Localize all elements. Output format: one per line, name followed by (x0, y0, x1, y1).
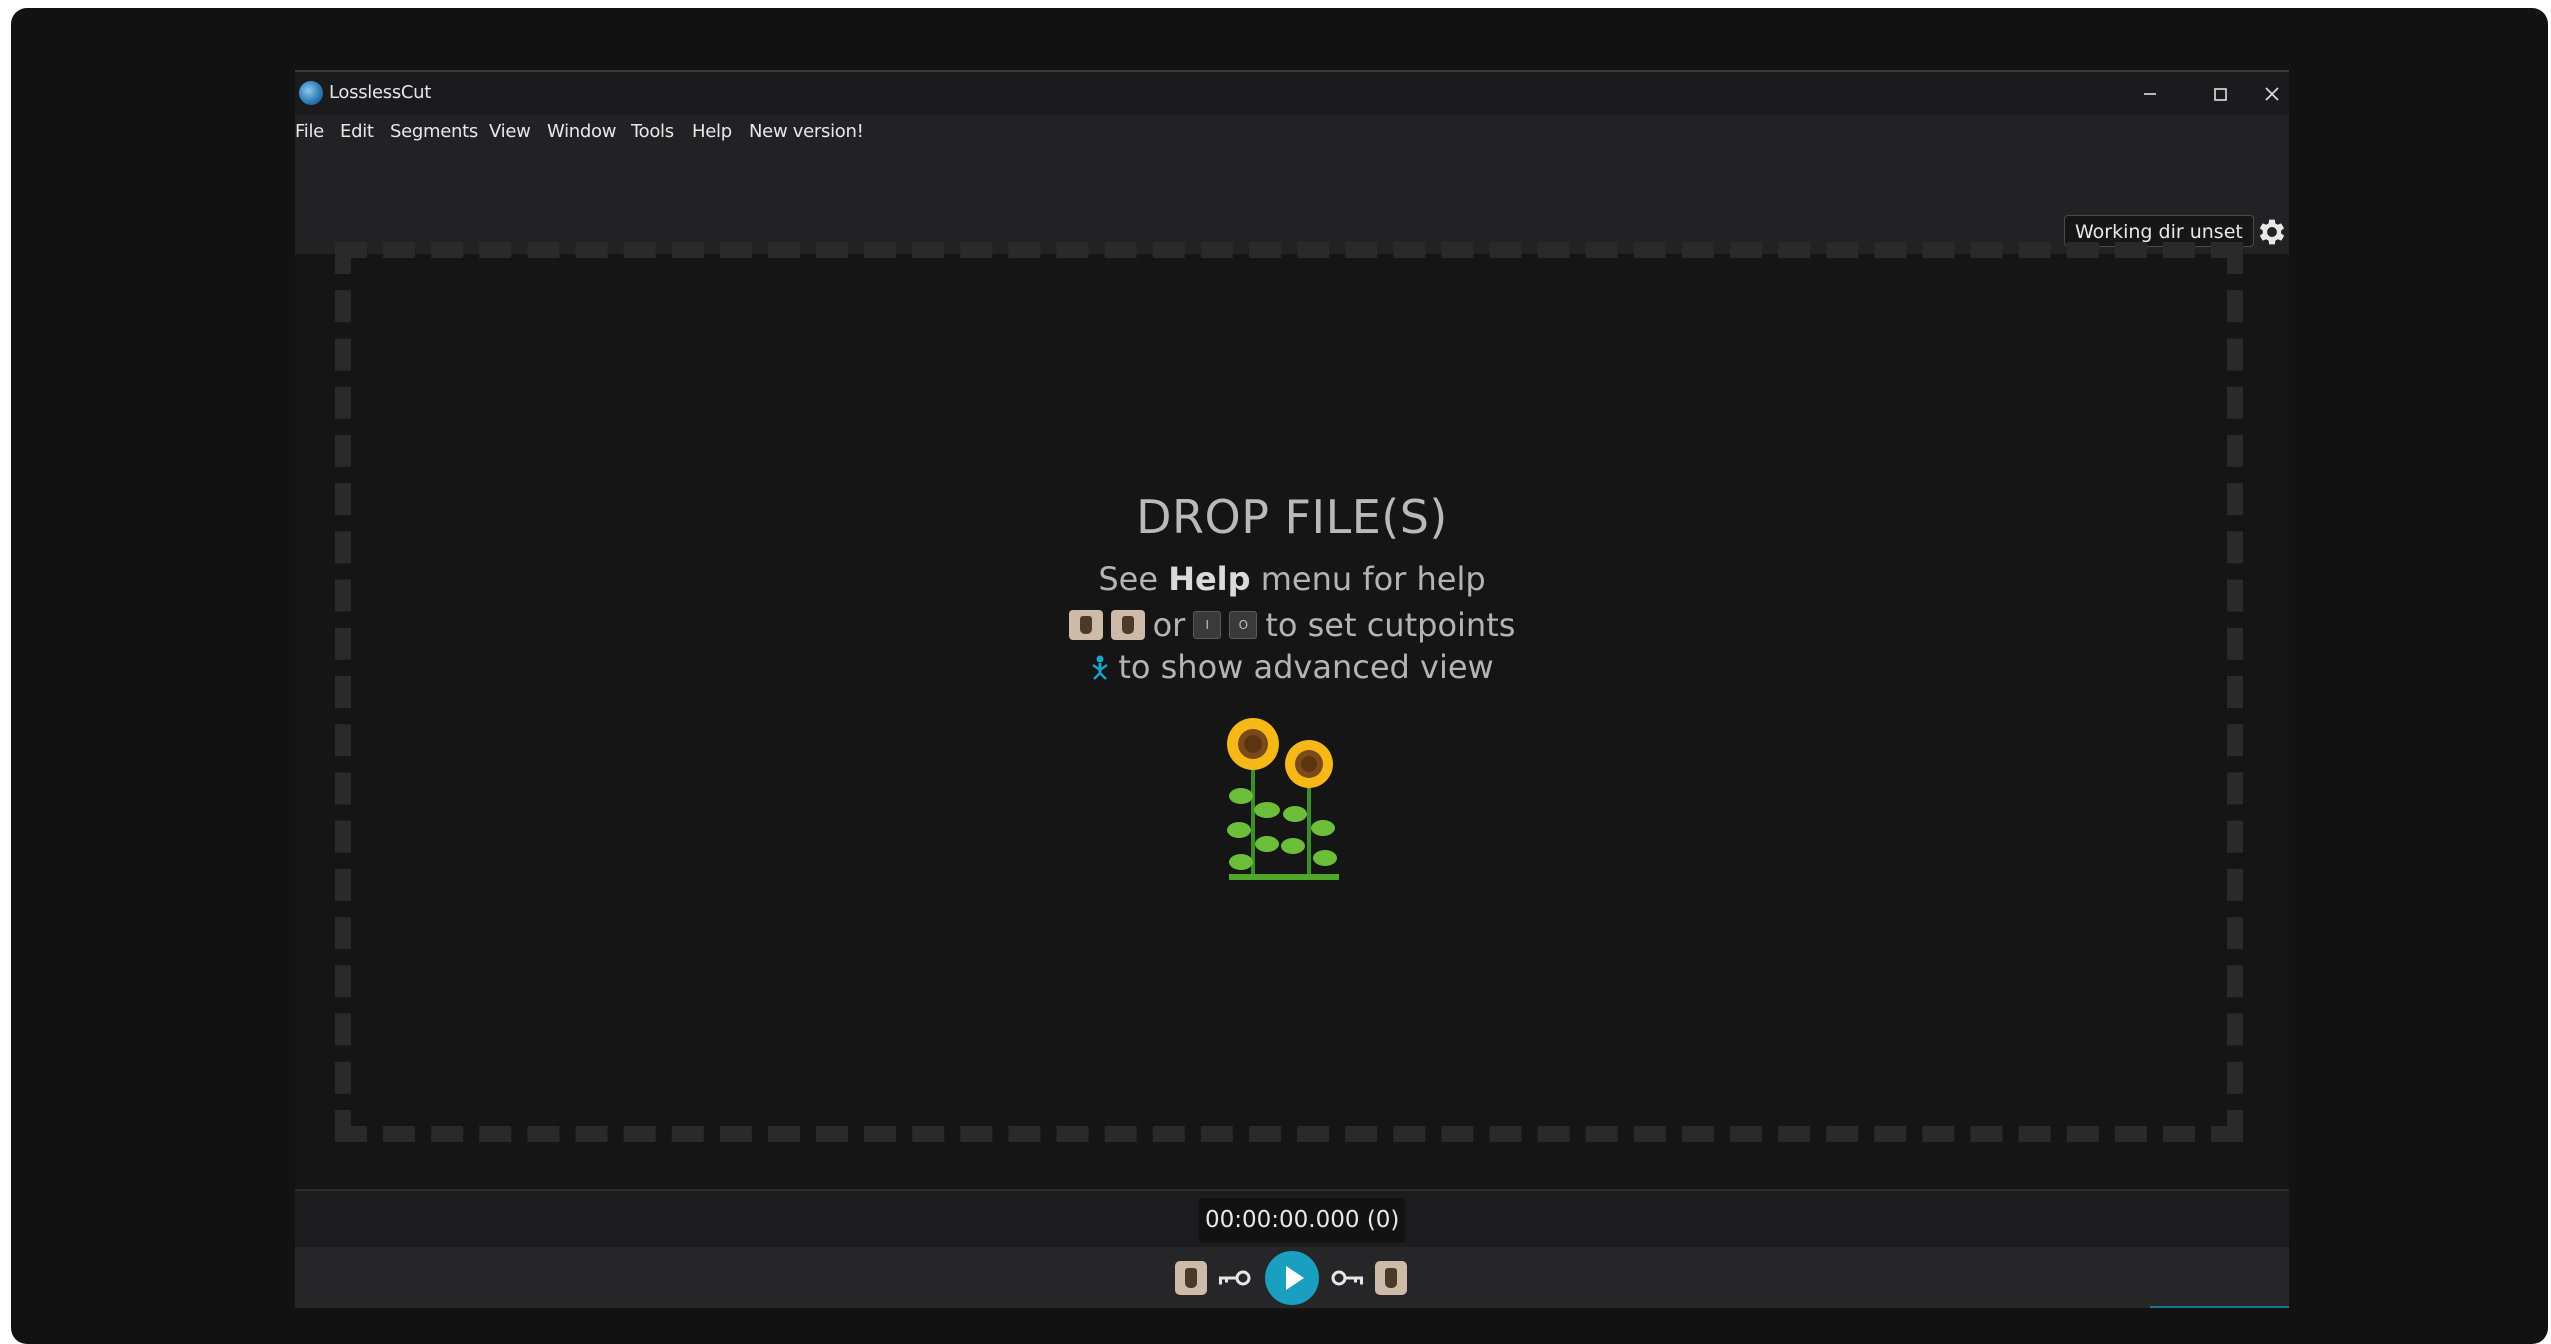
menu-new-version[interactable]: New version! (749, 121, 864, 142)
menu-tools[interactable]: Tools (631, 121, 674, 142)
sunflowers-illustration (1227, 718, 1339, 880)
help-suffix: menu for help (1260, 560, 1486, 598)
top-bar: Working dir unset (295, 151, 2289, 254)
set-cut-start-button[interactable] (1175, 1261, 1207, 1295)
title-bar[interactable]: LosslessCut (295, 70, 2289, 115)
cut-or: or (1152, 606, 1186, 644)
advanced-view-icon (1092, 655, 1109, 680)
close-icon (2265, 86, 2279, 101)
window-title: LosslessCut (329, 82, 432, 103)
drop-title: DROP FILE(S) (1136, 490, 1448, 544)
jump-cut-start-key-icon[interactable] (1215, 1267, 1253, 1289)
maximize-button[interactable] (2185, 72, 2255, 115)
menu-bar: File Edit Segments View Window Tools Hel… (295, 115, 2289, 151)
advanced-hint: to show advanced view (295, 648, 2289, 686)
minimize-icon (2144, 92, 2156, 95)
outer-frame: LosslessCut File Edit Segments View Wind… (11, 8, 2548, 1344)
drop-zone[interactable] (335, 242, 2243, 1142)
set-cut-end-button[interactable] (1375, 1261, 1407, 1295)
menu-file[interactable]: File (295, 121, 324, 142)
cut-suffix: to set cutpoints (1265, 606, 1516, 644)
menu-edit[interactable]: Edit (340, 121, 374, 142)
key-i: I (1193, 611, 1222, 639)
app-logo-icon (299, 81, 323, 105)
close-button[interactable] (2255, 72, 2289, 115)
key-o: O (1229, 611, 1258, 639)
help-bold: Help (1168, 560, 1251, 598)
minimize-button[interactable] (2115, 72, 2185, 115)
jump-cut-end-key-icon[interactable] (1329, 1267, 1367, 1289)
play-button[interactable] (1265, 1251, 1319, 1305)
help-prefix: See (1098, 560, 1159, 598)
advanced-text: to show advanced view (1118, 648, 1494, 686)
accent-underline (2150, 1306, 2289, 1308)
help-hint: See Help menu for help (295, 560, 2289, 598)
menu-help[interactable]: Help (692, 121, 732, 142)
menu-view[interactable]: View (489, 121, 531, 142)
app-window: LosslessCut File Edit Segments View Wind… (295, 70, 2289, 1308)
cutpoint-hint: or I O to set cutpoints (295, 606, 2289, 644)
menu-window[interactable]: Window (547, 121, 616, 142)
cut-start-hand-icon (1068, 610, 1103, 640)
menu-segments[interactable]: Segments (390, 121, 478, 142)
gear-icon[interactable] (2255, 215, 2289, 249)
cut-end-hand-icon (1110, 610, 1145, 640)
time-display[interactable]: 00:00:00.000 (0) (1199, 1198, 1406, 1242)
maximize-icon (2214, 87, 2227, 101)
